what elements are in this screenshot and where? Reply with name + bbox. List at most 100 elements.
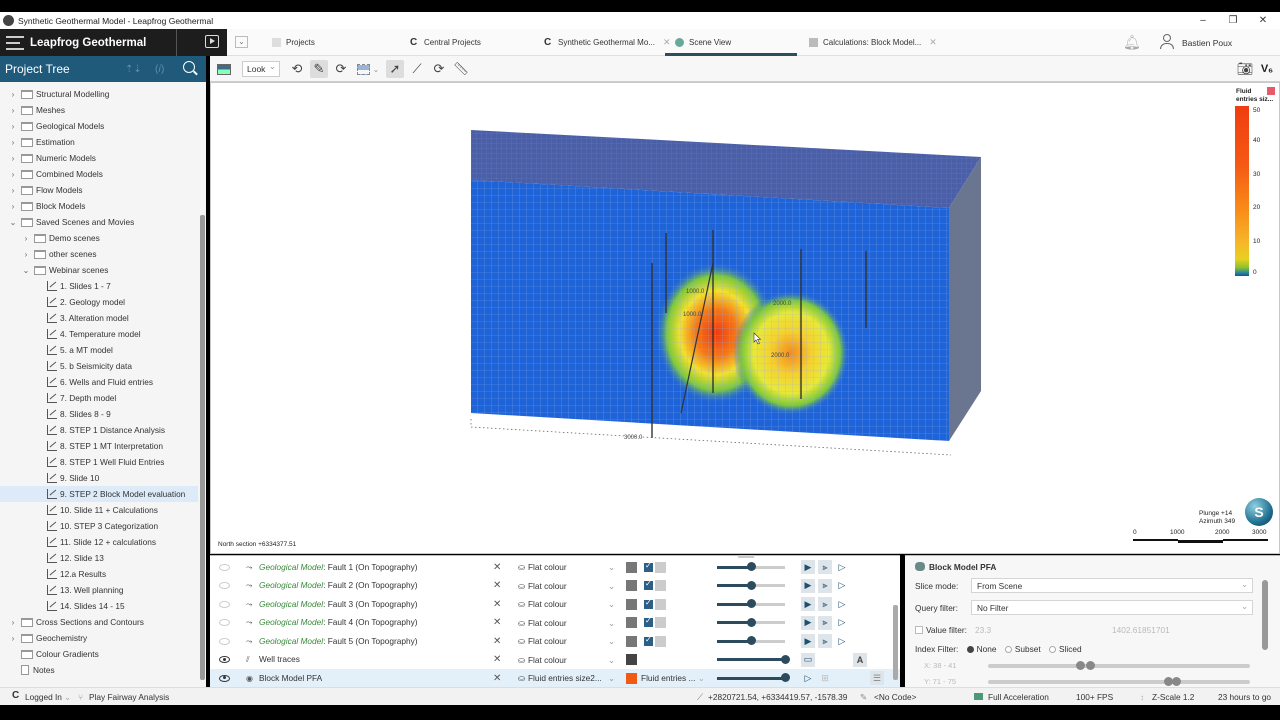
shape-row[interactable]: ⤳ Geological Model: Fault 2 (On Topograph… [210,577,900,596]
tree-item[interactable]: 8. Slides 8 - 9 [0,406,198,422]
tree-item[interactable]: 13. Well planning [0,582,198,598]
slider-knob[interactable] [1172,677,1181,686]
slider-knob[interactable] [747,562,756,572]
slider-knob[interactable] [1076,661,1085,670]
tree-item[interactable]: › Cross Sections and Contours [0,614,198,630]
tree-item[interactable]: 8. STEP 1 MT Interpretation [0,438,198,454]
remove-icon[interactable]: ✕ [493,673,501,684]
transparency-checkbox[interactable] [644,635,653,646]
play-outline-icon[interactable]: ▷ [835,616,849,630]
opacity-slider[interactable] [717,617,785,627]
opacity-slider[interactable] [717,580,785,590]
y-range-slider[interactable] [988,677,1250,686]
menu-icon[interactable] [6,35,24,50]
colour-mode-select[interactable]: ⛀ Flat colour [518,581,567,591]
label-toggle-icon[interactable]: A [853,652,867,667]
reset-view-icon[interactable]: ⟳ [430,60,448,78]
branch-name[interactable]: Play Fairway Analysis [89,692,169,702]
play-solid-icon[interactable]: ▶ [801,615,815,630]
visibility-eye-icon[interactable] [219,637,230,645]
zscale-readout[interactable]: Z-Scale 1.2 [1152,692,1194,702]
tree-item[interactable]: › Structural Modelling [0,86,198,102]
slice-icon[interactable] [354,60,372,78]
play-animation-icon[interactable]: ⫸ [818,578,832,593]
remove-icon[interactable]: ✕ [493,562,501,573]
x-range-slider[interactable] [988,661,1250,670]
play-outline-icon[interactable]: ▷ [835,579,849,593]
chevron-down-icon[interactable]: ⌄ [608,618,615,628]
colour-mode-select[interactable]: ⛀ Flat colour [518,562,567,572]
shape-row[interactable]: ⤳ Geological Model: Fault 3 (On Topograph… [210,595,900,614]
opacity-slider[interactable] [717,673,790,683]
transparency-checkbox[interactable] [644,598,653,609]
tree-item[interactable]: 12.a Results [0,566,198,582]
tab-projects[interactable]: Projects [272,29,315,56]
search-icon[interactable] [183,61,195,73]
secondary-swatch[interactable] [655,635,666,647]
colour-swatch[interactable] [626,617,637,629]
chevron-right-icon[interactable]: › [8,202,18,211]
grid-icon[interactable]: ⊞ [818,671,832,685]
tab-calculations[interactable]: Calculations: Block Model... ✕ [809,29,937,56]
shape-row[interactable]: ⤳ Geological Model: Fault 1 (On Topograph… [210,558,900,577]
visibility-eye-icon[interactable] [219,563,230,571]
tree-item[interactable]: 5. a MT model [0,342,198,358]
transparency-checkbox[interactable] [644,579,653,591]
slice-dropdown-icon[interactable]: ⌄ [372,60,380,78]
collapse-icon[interactable]: ⇡⇣ [125,64,142,75]
play-outline-icon[interactable]: ▷ [801,671,815,685]
remove-icon[interactable]: ✕ [493,617,501,628]
secondary-swatch[interactable] [655,598,666,610]
play-outline-icon[interactable]: ▷ [835,560,849,574]
play-solid-icon[interactable]: ▶ [801,560,815,575]
play-animation-icon[interactable]: ⫸ [818,597,832,612]
tree-item[interactable]: › Geochemistry [0,630,198,646]
colour-swatch[interactable] [626,598,637,610]
chevron-right-icon[interactable]: › [8,138,18,147]
secondary-swatch[interactable] [655,580,666,592]
tree-item[interactable]: 6. Wells and Fluid entries [0,374,198,390]
colour-swatch[interactable] [626,654,637,666]
tree-item[interactable]: ⌄ Webinar scenes [0,262,198,278]
chevron-down-icon[interactable]: ⌄ [608,562,615,572]
tree-item[interactable]: 10. Slide 11 + Calculations [0,502,198,518]
tab-synthetic-model[interactable]: C Synthetic Geothermal Mo... ✕ [544,29,670,56]
play-outline-icon[interactable]: ▷ [835,634,849,648]
minimize-button[interactable]: – [1188,12,1218,29]
user-icon[interactable] [1160,34,1174,50]
block-model-3d[interactable]: 1000.0 1000.0 2000.0 2000.0 3000.0 [211,83,1279,553]
chevron-down-icon[interactable]: ⌄ [21,266,31,275]
tree-item[interactable]: › Meshes [0,102,198,118]
shape-row[interactable]: ⤳ Geological Model: Fault 4 (On Topograph… [210,614,900,633]
chevron-right-icon[interactable]: › [8,618,18,627]
camera-icon[interactable]: 📷︎ [1236,60,1254,78]
slider-knob[interactable] [747,599,756,609]
tree-item[interactable]: 4. Temperature model [0,326,198,342]
tree-item[interactable]: › Block Models [0,198,198,214]
vtk-icon[interactable]: V₆ [1258,60,1276,78]
colour-mode-select[interactable]: ⛀ Flat colour [518,599,567,609]
visibility-eye-icon[interactable] [219,582,230,590]
chevron-down-icon[interactable]: ⌄ [608,655,615,665]
colour-mode-select[interactable]: ⛀ Flat colour [518,636,567,646]
secondary-swatch[interactable] [655,561,666,573]
tab-central-projects[interactable]: C Central Projects [410,29,481,56]
colour-swatch[interactable] [626,561,637,573]
opacity-slider[interactable] [717,636,785,646]
tree-item[interactable]: 9. Slide 10 [0,470,198,486]
ruler-icon[interactable]: 📏︎ [452,60,470,78]
slider-knob[interactable] [781,654,790,664]
tree-item[interactable]: 7. Depth model [0,390,198,406]
shape-row[interactable]: ⫽ Well traces ✕ ⛀ Flat colour ⌄ ▭ A [210,651,900,670]
value-filter-checkbox[interactable] [915,626,923,634]
opacity-slider[interactable] [717,654,790,664]
tree-item[interactable]: 3. Alteration model [0,310,198,326]
play-outline-icon[interactable]: ▷ [835,597,849,611]
value-filter-min[interactable]: 23.3 [975,625,991,635]
slider-knob[interactable] [1086,661,1095,670]
chevron-down-icon[interactable]: ⌄ [608,636,615,646]
chevron-right-icon[interactable]: › [8,634,18,643]
chevron-right-icon[interactable]: › [8,186,18,195]
list-icon[interactable]: ☰ [870,671,884,686]
visibility-eye-icon[interactable] [219,619,230,627]
